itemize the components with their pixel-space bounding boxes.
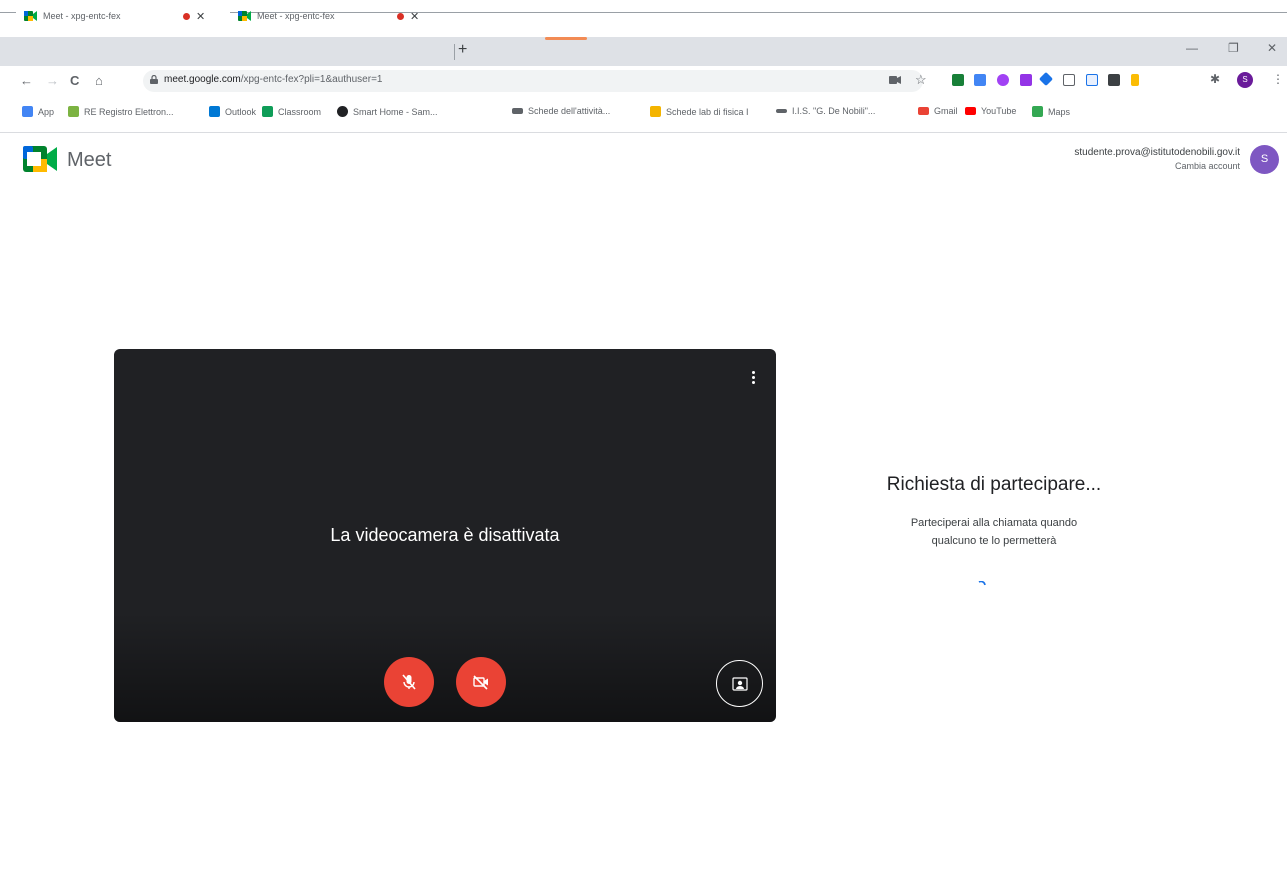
browser-menu-icon[interactable]: ⋮ [1272,72,1284,86]
camera-off-message: La videocamera è disattivata [330,525,560,545]
background-effects-icon [731,676,748,691]
account-email: studente.prova@istitutodenobili.gov.it [1074,147,1240,158]
school-icon [776,109,787,113]
loading-spinner-icon [978,581,986,586]
maps-icon [1032,106,1043,117]
loading-indicator [545,37,587,40]
meet-favicon-icon [24,11,37,21]
meet-logo-icon [23,146,57,172]
restore-button[interactable]: ❐ [1228,41,1239,55]
join-request-message-line: Parteciperai alla chiamata quando [910,517,1078,529]
extension-icon[interactable] [974,74,986,86]
join-request-message: Parteciperai alla chiamata quando qualcu… [790,514,1198,550]
join-request-message-line: qualcuno te lo permetterà [931,535,1057,547]
page-icon [512,108,523,114]
url-host: meet.google.com [164,74,241,85]
smartthings-icon [337,106,348,117]
tab-title: Meet - xpg-entc-fex [257,11,335,21]
url-text[interactable]: meet.google.com/xpg-entc-fex?pli=1&authu… [164,74,382,85]
extension-icon[interactable] [1020,74,1032,86]
recording-dot-icon [183,12,190,20]
more-options-icon[interactable] [752,371,756,387]
bookmark-label: I.I.S. "G. De Nobili"... [792,106,876,116]
url-path: /xpg-entc-fex?pli=1&authuser=1 [240,74,383,85]
bookmark-item[interactable]: Classroom [262,106,321,117]
bookmark-label: Maps [1048,106,1071,117]
bookmark-item[interactable]: RE Registro Elettron... [68,106,174,117]
extension-icon[interactable] [1108,74,1120,86]
camera-blocked-icon[interactable] [889,76,901,84]
join-request-title: Richiesta di partecipare... [886,474,1102,495]
bookmark-item[interactable]: App [22,106,54,117]
extension-icon[interactable] [997,74,1009,86]
close-tab-icon[interactable]: ✕ [410,10,419,23]
toggle-microphone-button[interactable] [384,657,434,707]
bookmark-item[interactable]: Gmail [918,106,958,116]
home-button[interactable]: ⌂ [95,73,103,88]
bookmark-item[interactable]: YouTube [965,106,1016,116]
forward-button[interactable]: → [46,73,59,88]
browser-tab[interactable]: Meet - xpg-entc-fex ✕ [230,3,452,29]
mic-off-icon [402,674,416,690]
switch-account-link[interactable]: Cambia account [1175,161,1240,171]
extension-icon[interactable] [1063,74,1075,86]
bookmark-label: Gmail [934,106,958,116]
bookmark-label: RE Registro Elettron... [84,106,174,117]
folder-icon [68,106,79,117]
avatar[interactable]: S [1250,145,1279,174]
bookmark-label: Schede lab di fisica I [666,106,749,117]
recording-dot-icon [397,12,404,20]
bookmark-label: App [38,106,55,117]
apps-grid-icon [22,106,33,117]
preview-gradient [114,612,776,722]
bookmark-item[interactable]: I.I.S. "G. De Nobili"... [776,106,875,116]
bookmark-label: Outlook [225,106,257,117]
bookmark-label: Smart Home - Sam... [353,106,438,117]
close-window-button[interactable]: ✕ [1267,41,1277,55]
meet-favicon-icon [238,11,251,21]
bookmark-label: Classroom [278,106,322,117]
bookmark-star-icon[interactable]: ☆ [915,72,927,88]
tab-title: Meet - xpg-entc-fex [43,11,121,21]
video-preview: La videocamera è disattivata [114,349,776,722]
back-button[interactable]: ← [20,73,33,88]
new-tab-button[interactable]: + [458,41,467,59]
bookmarks-bar [0,97,1287,133]
close-tab-icon[interactable]: ✕ [196,10,205,23]
camera-off-icon [473,675,488,690]
bookmark-item[interactable]: Schede lab di fisica I [650,106,749,117]
bookmark-item[interactable]: Schede dell'attività... [512,106,610,116]
extension-icon[interactable] [1131,74,1139,86]
bookmark-item[interactable]: Smart Home - Sam... [337,106,438,117]
outlook-icon [209,106,220,117]
extensions-puzzle-icon[interactable]: ✱ [1210,72,1220,86]
bookmark-item[interactable]: Maps [1032,106,1070,117]
gmail-icon [918,107,929,115]
bookmark-label: YouTube [981,106,1017,116]
visual-effects-button[interactable] [716,660,763,707]
reload-button[interactable]: C [70,73,79,88]
toggle-camera-button[interactable] [456,657,506,707]
classroom-icon [262,106,273,117]
browser-profile-avatar[interactable]: S [1237,72,1253,88]
meet-brand: Meet [67,149,112,171]
minimize-button[interactable]: — [1186,41,1198,55]
extension-icon[interactable] [952,74,964,86]
slides-icon [650,106,661,117]
bookmark-item[interactable]: Outlook [209,106,256,117]
youtube-icon [965,107,976,115]
browser-tab-active[interactable]: Meet - xpg-entc-fex ✕ [16,3,230,29]
tab-separator [454,44,455,60]
bookmark-label: Schede dell'attività... [528,106,611,116]
extension-icon[interactable] [1086,74,1098,86]
tab-strip [0,37,1287,66]
lock-icon [150,75,158,84]
